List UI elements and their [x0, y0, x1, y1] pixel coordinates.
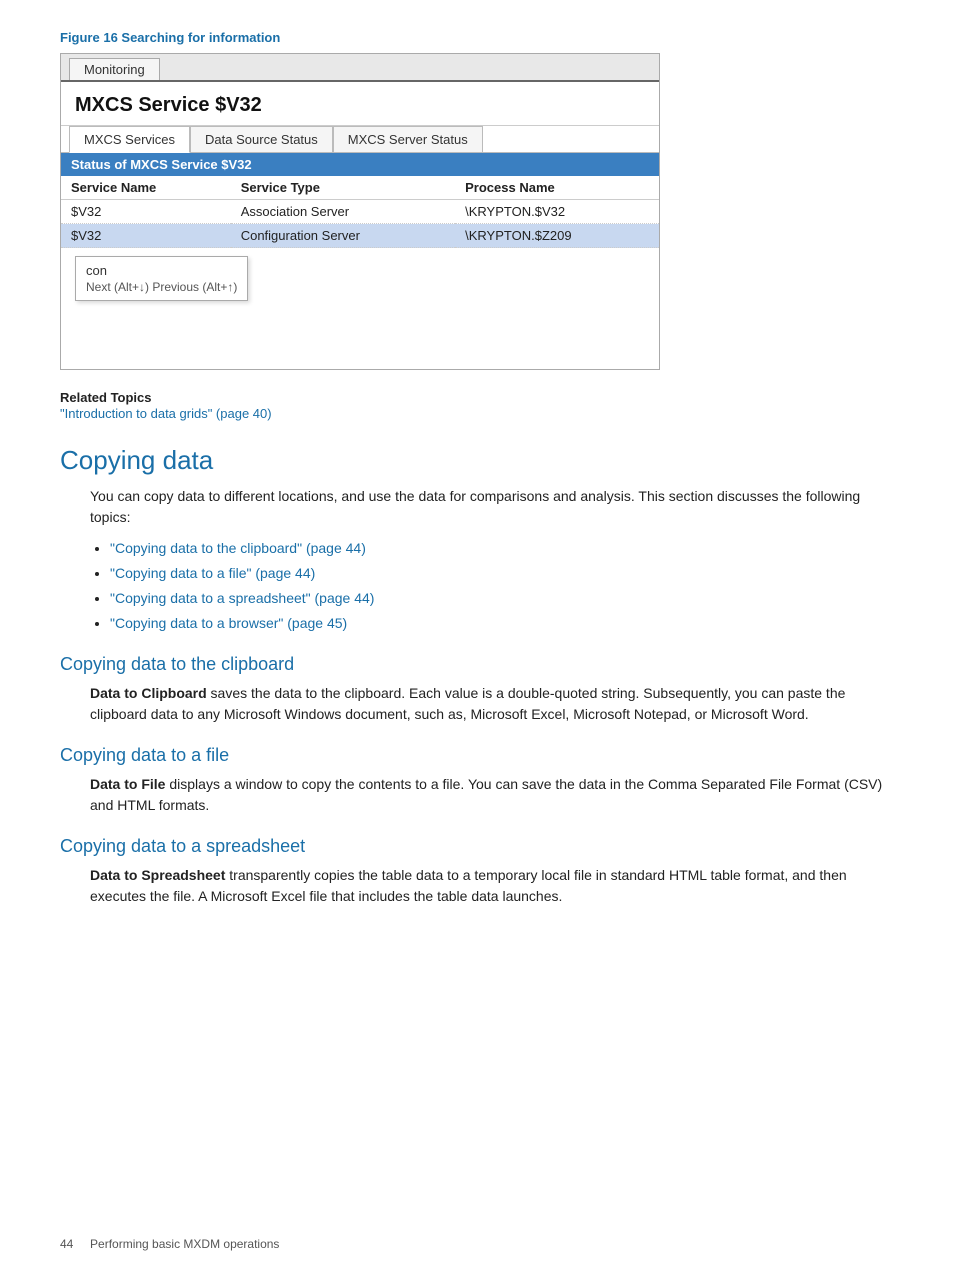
section-copying-data: Copying data You can copy data to differ…	[60, 445, 894, 634]
copying-data-bullets: "Copying data to the clipboard" (page 44…	[110, 538, 894, 634]
bullet-link-browser[interactable]: "Copying data to a browser" (page 45)	[110, 615, 347, 631]
inner-tab-mxcs-server[interactable]: MXCS Server Status	[333, 126, 483, 152]
search-nav-text: Next (Alt+↓) Previous (Alt+↑)	[86, 280, 237, 294]
window-content: MXCS Service $V32 MXCS Services Data Sou…	[61, 82, 659, 369]
related-topics: Related Topics "Introduction to data gri…	[60, 390, 894, 421]
heading-spreadsheet: Copying data to a spreadsheet	[60, 836, 894, 857]
figure-caption: Figure 16 Searching for information	[60, 30, 894, 45]
bullet-link-file[interactable]: "Copying data to a file" (page 44)	[110, 565, 315, 581]
cell-process-name: \KRYPTON.$V32	[455, 200, 659, 224]
table-row[interactable]: $V32 Association Server \KRYPTON.$V32	[61, 200, 659, 224]
spreadsheet-body: Data to Spreadsheet transparently copies…	[90, 865, 894, 907]
col-process-name: Process Name	[455, 176, 659, 200]
page-number: 44	[60, 1237, 73, 1251]
section-file: Copying data to a file Data to File disp…	[60, 745, 894, 816]
spreadsheet-term: Data to Spreadsheet	[90, 867, 225, 883]
bullet-link-clipboard[interactable]: "Copying data to the clipboard" (page 44…	[110, 540, 366, 556]
cell-process-name: \KRYPTON.$Z209	[455, 224, 659, 248]
clipboard-body: Data to Clipboard saves the data to the …	[90, 683, 894, 725]
heading-file: Copying data to a file	[60, 745, 894, 766]
copying-data-intro: You can copy data to different locations…	[90, 486, 894, 528]
col-service-name: Service Name	[61, 176, 231, 200]
tab-bar: Monitoring	[61, 54, 659, 82]
cell-service-name: $V32	[61, 224, 231, 248]
clipboard-term: Data to Clipboard	[90, 685, 207, 701]
data-table: Service Name Service Type Process Name $…	[61, 176, 659, 248]
heading-clipboard: Copying data to the clipboard	[60, 654, 894, 675]
status-header: Status of MXCS Service $V32	[61, 153, 659, 176]
screenshot-box: Monitoring MXCS Service $V32 MXCS Servic…	[60, 53, 660, 370]
section-spreadsheet: Copying data to a spreadsheet Data to Sp…	[60, 836, 894, 907]
page-footer: 44 Performing basic MXDM operations	[60, 1237, 279, 1251]
monitoring-tab[interactable]: Monitoring	[69, 58, 160, 80]
search-input-text: con	[86, 263, 237, 278]
file-body: Data to File displays a window to copy t…	[90, 774, 894, 816]
window-title: MXCS Service $V32	[61, 82, 659, 126]
section-clipboard: Copying data to the clipboard Data to Cl…	[60, 654, 894, 725]
cell-service-name: $V32	[61, 200, 231, 224]
related-topics-title: Related Topics	[60, 390, 894, 405]
table-row[interactable]: $V32 Configuration Server \KRYPTON.$Z209	[61, 224, 659, 248]
inner-tab-data-source[interactable]: Data Source Status	[190, 126, 333, 152]
file-term: Data to File	[90, 776, 165, 792]
footer-text: Performing basic MXDM operations	[90, 1237, 279, 1251]
cell-service-type: Association Server	[231, 200, 455, 224]
bullet-link-spreadsheet[interactable]: "Copying data to a spreadsheet" (page 44…	[110, 590, 374, 606]
related-topics-link[interactable]: "Introduction to data grids" (page 40)	[60, 406, 272, 421]
cell-service-type: Configuration Server	[231, 224, 455, 248]
list-item[interactable]: "Copying data to the clipboard" (page 44…	[110, 538, 894, 559]
search-popup[interactable]: con Next (Alt+↓) Previous (Alt+↑)	[75, 256, 248, 301]
inner-tabs: MXCS Services Data Source Status MXCS Se…	[61, 126, 659, 153]
inner-tab-mxcs-services[interactable]: MXCS Services	[69, 126, 190, 153]
list-item[interactable]: "Copying data to a browser" (page 45)	[110, 613, 894, 634]
empty-area	[61, 309, 659, 369]
list-item[interactable]: "Copying data to a spreadsheet" (page 44…	[110, 588, 894, 609]
heading-copying-data: Copying data	[60, 445, 894, 476]
list-item[interactable]: "Copying data to a file" (page 44)	[110, 563, 894, 584]
col-service-type: Service Type	[231, 176, 455, 200]
file-body-text: displays a window to copy the contents t…	[90, 776, 882, 813]
table-header-row: Service Name Service Type Process Name	[61, 176, 659, 200]
